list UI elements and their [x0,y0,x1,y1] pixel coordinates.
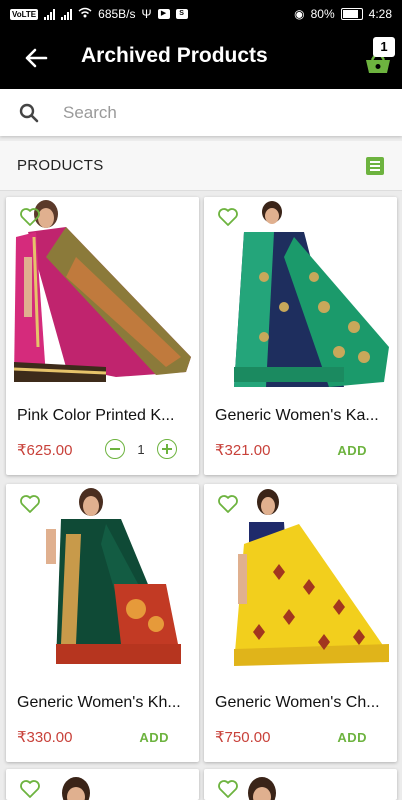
product-name[interactable]: Generic Women's Ch... [215,694,387,712]
list-view-icon[interactable] [366,157,384,175]
status-bar: VoLTE 685B/s Ψ ▶ S ◉ 80% 4:28 [0,0,402,28]
product-card[interactable] [204,769,397,800]
search-icon [19,103,39,123]
eye-icon: ◉ [294,7,305,21]
section-title: PRODUCTS [17,157,104,174]
search-input[interactable] [61,99,385,127]
volte-icon: VoLTE [10,8,39,20]
products-section-header: PRODUCTS [0,141,402,191]
product-card[interactable]: Pink Color Printed K... ₹625.00 1 [6,197,199,475]
skype-icon: S [175,9,188,19]
product-name[interactable]: Generic Women's Ka... [215,407,387,425]
product-image-partial [62,777,90,800]
add-to-cart-button[interactable]: ADD [337,443,367,458]
quantity-stepper: 1 [105,439,177,459]
wishlist-heart-icon[interactable] [19,494,41,514]
cart-count-badge: 1 [373,37,395,57]
product-price: ₹625.00 [17,442,73,459]
product-card[interactable]: Generic Women's Ka... ₹321.00 ADD [204,197,397,475]
back-arrow-icon[interactable] [22,44,50,72]
decrement-button[interactable] [105,439,125,459]
wifi-icon [78,7,92,21]
network-speed: 685B/s [98,7,136,21]
add-to-cart-button[interactable]: ADD [139,730,169,745]
clock: 4:28 [368,7,392,21]
battery-icon [340,8,363,20]
product-name[interactable]: Generic Women's Kh... [17,694,189,712]
wishlist-heart-icon[interactable] [19,779,41,799]
quantity-value: 1 [137,441,145,457]
product-name[interactable]: Pink Color Printed K... [17,407,189,425]
wishlist-heart-icon[interactable] [19,207,41,227]
search-bar [0,89,402,136]
app-bar: Archived Products 1 [0,28,402,89]
product-image-partial [248,777,276,800]
signal-icon-2 [61,8,73,20]
product-card[interactable]: Generic Women's Ch... ₹750.00 ADD [204,484,397,762]
product-card[interactable] [6,769,199,800]
page-title: Archived Products [81,44,268,67]
status-right: ◉ 80% 4:28 [294,7,392,21]
increment-button[interactable] [157,439,177,459]
product-card[interactable]: Generic Women's Kh... ₹330.00 ADD [6,484,199,762]
product-price: ₹321.00 [215,442,271,459]
wishlist-heart-icon[interactable] [217,494,239,514]
wishlist-heart-icon[interactable] [217,779,239,799]
battery-percent: 80% [310,7,335,21]
youtube-icon: ▶ [157,9,170,19]
signal-icon [44,8,56,20]
usb-icon: Ψ [141,7,152,21]
add-to-cart-button[interactable]: ADD [337,730,367,745]
status-left: VoLTE 685B/s Ψ ▶ S [10,7,188,21]
product-price: ₹750.00 [215,729,271,746]
wishlist-heart-icon[interactable] [217,207,239,227]
product-price: ₹330.00 [17,729,73,746]
